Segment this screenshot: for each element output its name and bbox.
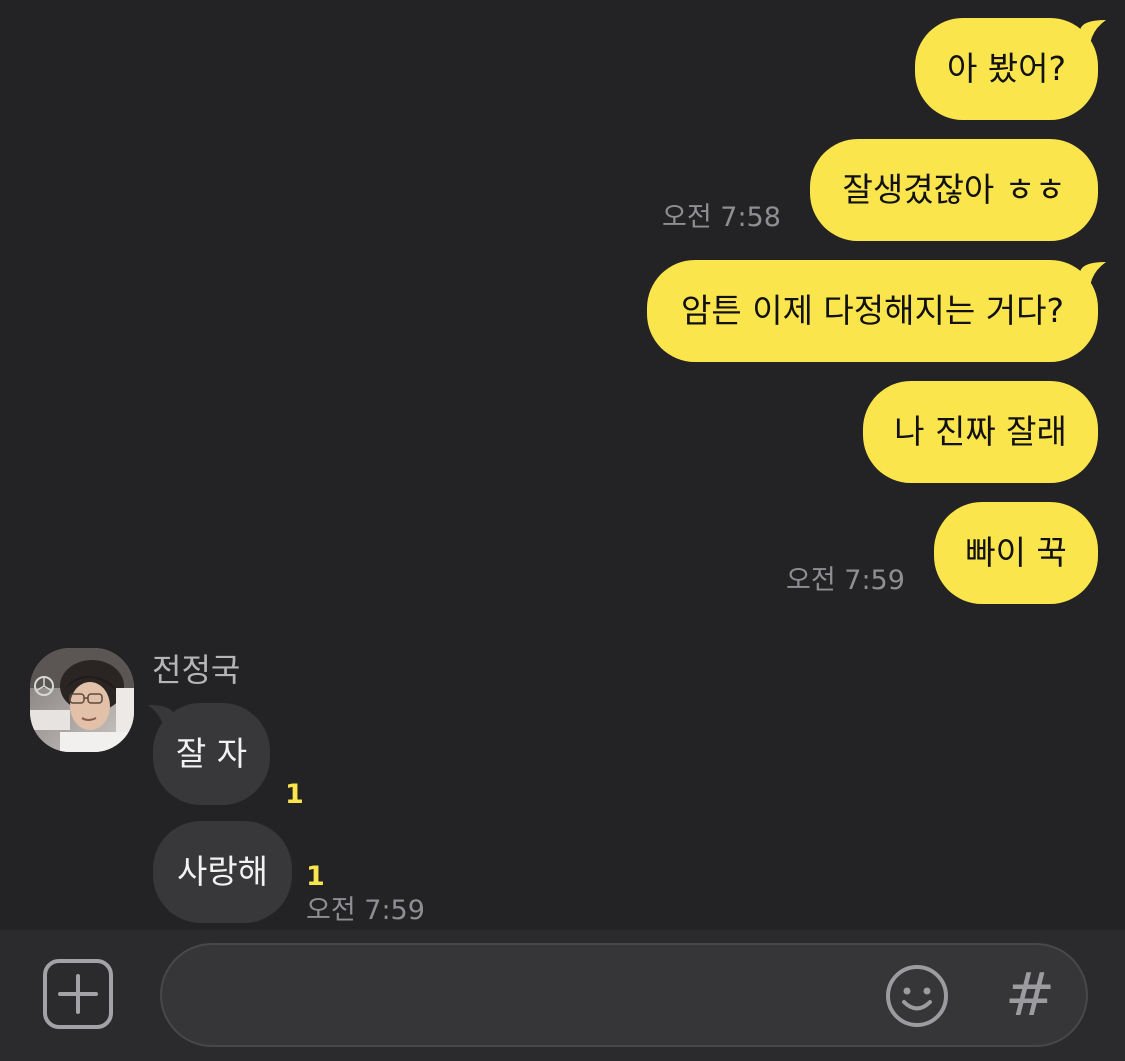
smiley-icon: [886, 965, 948, 1027]
message-timestamp: 오전 7:59: [306, 895, 425, 926]
unread-count: 1: [306, 861, 325, 892]
avatar-image: [30, 648, 134, 752]
plus-square-icon: [43, 959, 113, 1029]
attach-button[interactable]: [43, 959, 113, 1029]
received-message[interactable]: 잘 자: [153, 703, 270, 805]
contact-name: 전정국: [152, 651, 241, 689]
hash-icon[interactable]: #: [1000, 959, 1060, 1031]
message-timestamp: 오전 7:58: [662, 202, 781, 233]
sent-message[interactable]: 빠이 꾹: [934, 502, 1098, 604]
received-message[interactable]: 사랑해: [153, 821, 292, 923]
message-input[interactable]: [192, 945, 876, 1047]
sent-message[interactable]: 아 봤어?: [915, 18, 1098, 120]
sent-message[interactable]: 암튼 이제 다정해지는 거다?: [647, 260, 1098, 362]
sent-message[interactable]: 잘생겼잖아 ㅎㅎ: [810, 139, 1098, 241]
message-timestamp: 오전 7:59: [786, 565, 905, 596]
message-input-container[interactable]: #: [160, 943, 1088, 1047]
contact-avatar[interactable]: [30, 648, 134, 752]
chat-area[interactable]: 아 봤어? 잘생겼잖아 ㅎㅎ 오전 7:58 암튼 이제 다정해지는 거다? 나…: [0, 0, 1125, 930]
sent-message[interactable]: 나 진짜 잘래: [863, 381, 1098, 483]
emoji-button[interactable]: [884, 963, 950, 1029]
message-compose-bar: #: [0, 930, 1125, 1061]
unread-count: 1: [285, 779, 304, 810]
